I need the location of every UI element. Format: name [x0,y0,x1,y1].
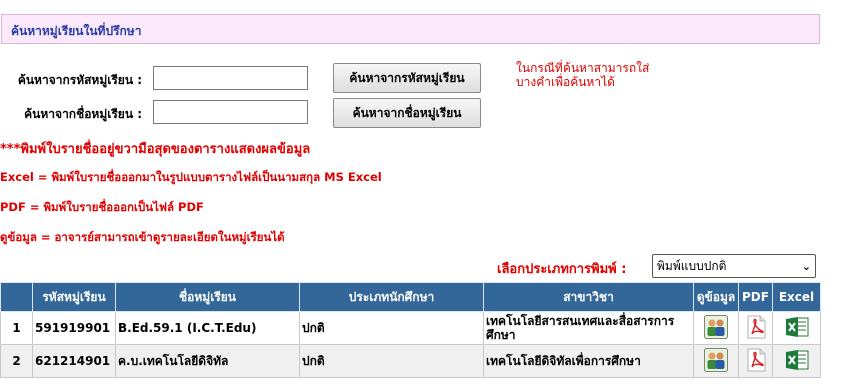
page-title: ค้นหาหมู่เรียนในที่ปรึกษา [11,24,142,38]
col-header-code: รหัสหมู่เรียน [32,282,116,312]
col-header-name: ชื่อหมู่เรียน [115,282,300,312]
code-search-input[interactable] [153,66,308,90]
col-header-major: สาขาวิชา [483,282,694,312]
class-name: B.Ed.59.1 (I.C.T.Edu) [115,311,300,345]
excel-cell [772,344,821,378]
search-panel-header: ค้นหาหมู่เรียนในที่ปรึกษา [1,14,820,44]
view-cell [693,344,739,378]
row-number: 1 [0,311,33,345]
name-search-label: ค้นหาจากชื่อหมู่เรียน : [24,107,142,121]
student-type: ปกติ [299,311,484,345]
name-search-button[interactable]: ค้นหาจากชื่อหมู่เรียน [333,98,481,128]
class-code: 591919901 [32,311,116,345]
table-header-row: รหัสหมู่เรียน ชื่อหมู่เรียน ประเภทนักศึก… [0,282,821,312]
major-name: เทคโนโลยีสารสนเทศและสื่อสารการศึกษา [483,311,694,345]
student-type: ปกติ [299,344,484,378]
chevron-down-icon: ⌄ [801,259,811,273]
print-note: ***พิมพ์ใบรายชื่ออยู่ขวามือสุดของตารางแส… [0,142,311,157]
excel-note: Excel = พิมพ์ใบรายชื่อออกมาในรูปแบบตาราง… [0,170,382,184]
pdf-note: PDF = พิมพ์ใบรายชื่อออกเป็นไฟล์ PDF [0,200,204,214]
class-code: 621214901 [32,344,116,378]
col-header-pdf: PDF [738,282,773,312]
code-search-label: ค้นหาจากรหัสหมู่เรียน : [17,73,142,87]
excel-cell [772,311,821,345]
table-row: 2 621214901 ค.บ.เทคโนโลยีดิจิทัล ปกติ เท… [0,344,821,378]
print-type-label: เลือกประเภทการพิมพ์ : [497,262,627,277]
pdf-cell [738,311,773,345]
pdf-cell [738,344,773,378]
col-header-view: ดูข้อมูล [693,282,739,312]
view-note: ดูข้อมูล = อาจารย์สามารถเข้าดูรายละเอียด… [0,230,285,244]
major-name: เทคโนโลยีดิจิทัลเพื่อการศึกษา [483,344,694,378]
print-type-selected: พิมพ์แบบปกติ [657,258,727,273]
code-search-button[interactable]: ค้นหาจากรหัสหมู่เรียน [333,63,481,93]
view-cell [693,311,739,345]
excel-icon[interactable] [785,348,809,375]
col-header-type: ประเภทนักศึกษา [299,282,484,312]
col-header-excel: Excel [772,282,821,312]
table-row: 1 591919901 B.Ed.59.1 (I.C.T.Edu) ปกติ เ… [0,311,821,345]
people-icon[interactable] [704,314,728,342]
excel-icon[interactable] [785,315,809,342]
print-type-select[interactable]: พิมพ์แบบปกติ ⌄ [652,254,816,278]
pdf-icon[interactable] [744,315,768,342]
col-header-no [0,282,33,312]
name-search-input[interactable] [153,100,308,124]
search-hint: ในกรณีที่ค้นหาสามารถใส่บางคำเพื่อค้นหาได… [516,61,650,89]
people-icon[interactable] [704,347,728,375]
pdf-icon[interactable] [744,348,768,375]
class-name: ค.บ.เทคโนโลยีดิจิทัล [115,344,300,378]
class-table: รหัสหมู่เรียน ชื่อหมู่เรียน ประเภทนักศึก… [0,282,821,378]
row-number: 2 [0,344,33,378]
